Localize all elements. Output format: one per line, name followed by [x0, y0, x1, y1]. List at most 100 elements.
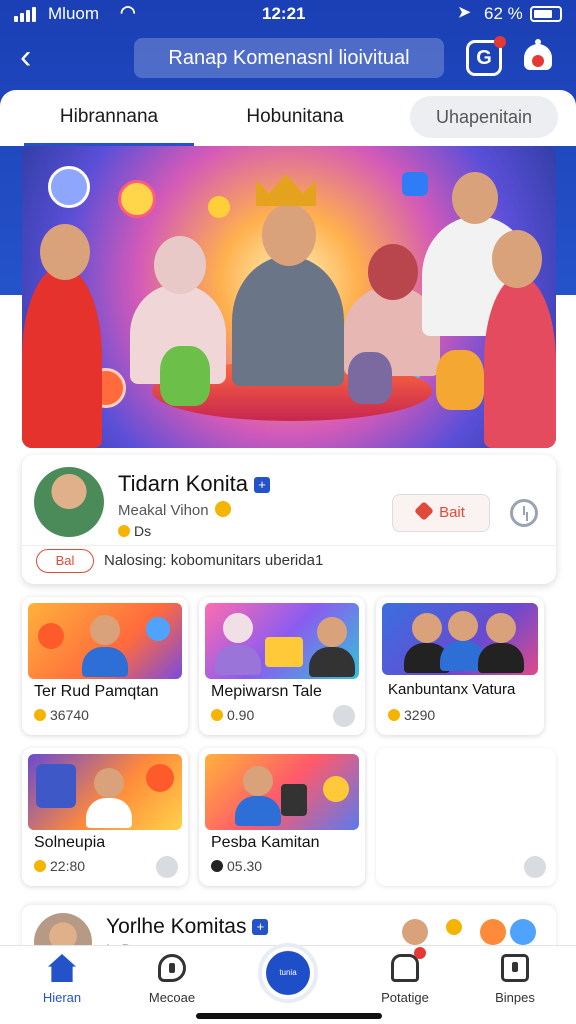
content-card[interactable]: Solneupia 22:80 — [22, 748, 188, 886]
tag-description: Nalosing: kobomunitars uberida1 — [104, 552, 324, 569]
card-title: Kanbuntanx Vatura — [388, 681, 516, 698]
coin-icon — [446, 919, 462, 935]
tag-chip[interactable]: Bal — [36, 549, 94, 573]
empty-card — [376, 748, 556, 886]
back-chevron-icon[interactable]: ‹ — [20, 38, 60, 78]
nav-home[interactable]: Hieran — [17, 954, 107, 1005]
hero-person-center — [232, 256, 344, 386]
edit-button-label: Bait — [439, 504, 465, 521]
nav-profile-label: Binpes — [495, 990, 535, 1005]
signal-icon — [14, 7, 36, 22]
coin-icon — [388, 709, 400, 721]
home-icon — [48, 954, 76, 982]
tab-uhapenitain[interactable]: Uhapenitain — [410, 96, 558, 138]
community-name-row: Yorlhe Komitas + — [106, 915, 269, 939]
card-count: 22:80 — [50, 858, 86, 874]
share-icon[interactable] — [156, 856, 178, 878]
g-badge-dot — [494, 36, 506, 48]
hero-person-right — [484, 276, 556, 448]
profile-card[interactable]: Tidarn Konita + Meakal Vihon Ds Bait Bal … — [22, 455, 556, 584]
status-bar: Mluom ◠ 12:21 ➤ 62 % — [0, 0, 576, 30]
nav-home-label: Hieran — [42, 990, 82, 1005]
card-count: 0.90 — [227, 707, 255, 723]
nav-profile[interactable]: Binpes — [470, 954, 560, 1005]
crown-icon — [256, 174, 316, 206]
verified-badge-icon: + — [254, 477, 271, 493]
center-avatar-button[interactable]: tunia — [258, 943, 318, 1003]
profile-subtitle: Meakal Vihon — [118, 502, 209, 519]
profile-stat-row: Ds — [118, 523, 151, 539]
bell-alert-dot — [532, 55, 544, 67]
coin-float-icon — [208, 196, 230, 218]
mascot-icon — [480, 919, 506, 945]
coin-icon — [211, 709, 223, 721]
divider — [22, 545, 556, 546]
battery-icon — [530, 6, 562, 22]
hero-banner-image[interactable] — [22, 146, 556, 448]
chat-badge-icon — [402, 172, 428, 196]
card-meta: 22:80 — [34, 858, 85, 874]
share-icon[interactable] — [333, 705, 355, 727]
card-thumbnail — [28, 603, 182, 679]
card-meta: 05.30 — [211, 858, 262, 874]
hero-person-left — [22, 266, 102, 448]
nav-notifications-label: Potatige — [381, 990, 429, 1005]
card-thumbnail — [382, 603, 538, 675]
profile-subtitle-row: Meakal Vihon — [118, 501, 231, 519]
app-header: ‹ Ranap Komenasnl lioivitual G — [0, 30, 576, 90]
notification-icon — [391, 947, 426, 982]
avatar[interactable] — [34, 467, 104, 537]
status-time: 12:21 — [262, 4, 306, 23]
card-thumbnail — [205, 603, 359, 679]
coin-icon — [214, 501, 231, 517]
tab-hobunitana[interactable]: Hobunitana — [210, 90, 380, 146]
card-title: Mepiwarsn Tale — [211, 683, 322, 700]
g-badge-icon[interactable]: G — [466, 36, 506, 76]
profile-name-row: Tidarn Konita + — [118, 471, 271, 497]
pencil-icon — [414, 501, 434, 521]
card-title: Solneupia — [34, 834, 106, 851]
battery-percent: 62 % — [484, 4, 523, 23]
bell-icon[interactable] — [520, 39, 556, 76]
nav-notifications[interactable]: Potatige — [360, 947, 450, 1005]
member-avatar — [402, 919, 428, 945]
dot-icon — [211, 860, 223, 872]
page-title[interactable]: Ranap Komenasnl lioivitual — [134, 38, 444, 78]
home-indicator[interactable] — [196, 1013, 382, 1019]
card-count: 36740 — [50, 707, 89, 723]
card-thumbnail — [28, 754, 182, 830]
nav-messages[interactable]: Mecoae — [127, 954, 217, 1005]
card-count: 3290 — [404, 707, 436, 723]
profile-icon — [501, 954, 529, 982]
carrier-name: Mluom — [48, 4, 100, 23]
mascot-icon — [510, 919, 536, 945]
coin-small-icon — [118, 525, 130, 537]
card-meta: 0.90 — [211, 707, 254, 723]
profile-stat: Ds — [134, 523, 152, 539]
card-meta: 3290 — [388, 707, 435, 723]
message-icon — [158, 954, 186, 982]
tab-bar: Hibrannana Hobunitana Uhapenitain — [0, 90, 576, 146]
card-title: Ter Rud Pamqtan — [34, 683, 159, 700]
community-name: Yorlhe Komitas — [106, 915, 247, 938]
g-badge-letter: G — [476, 47, 492, 69]
purple-mascot-icon — [348, 352, 392, 404]
tab-hibrannana[interactable]: Hibrannana — [24, 90, 194, 146]
emoji-sticker-icon — [48, 166, 90, 208]
content-card[interactable]: Mepiwarsn Tale 0.90 — [199, 597, 365, 735]
wifi-icon: ◠ — [120, 2, 136, 22]
history-clock-icon[interactable] — [510, 499, 538, 527]
card-thumbnail — [205, 754, 359, 830]
card-meta: 36740 — [34, 707, 89, 723]
share-icon[interactable] — [524, 856, 546, 878]
smiley-balloon-icon — [118, 180, 156, 218]
content-card[interactable]: Pesba Kamitan 05.30 — [199, 748, 365, 886]
center-avatar-icon: tunia — [266, 951, 310, 995]
content-card[interactable]: Kanbuntanx Vatura 3290 — [376, 597, 544, 735]
profile-name: Tidarn Konita — [118, 471, 249, 496]
green-mascot-icon — [160, 346, 210, 406]
edit-button[interactable]: Bait — [392, 494, 490, 532]
coin-icon — [34, 709, 46, 721]
content-card[interactable]: Ter Rud Pamqtan 36740 — [22, 597, 188, 735]
notification-dot — [414, 947, 426, 959]
